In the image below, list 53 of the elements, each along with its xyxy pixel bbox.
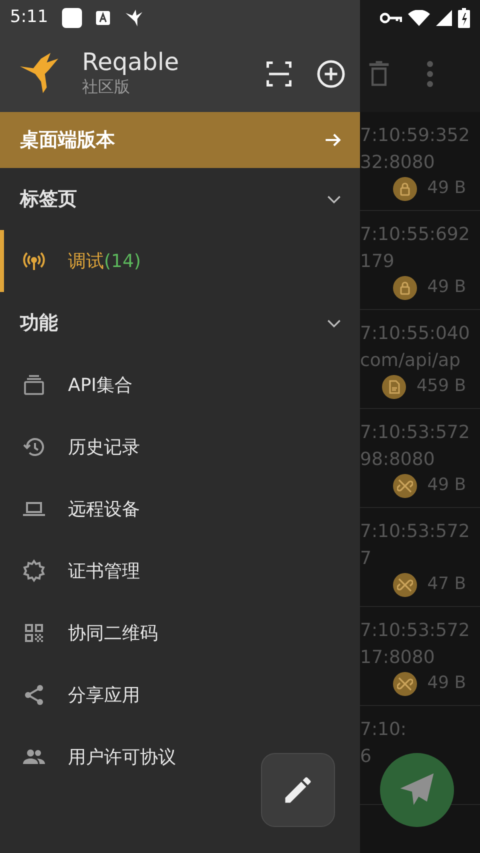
signal-icon (436, 10, 452, 26)
history-icon (22, 435, 46, 459)
wifi-icon (408, 10, 430, 26)
request-host: 179 (360, 250, 396, 274)
battery-icon (458, 8, 470, 28)
request-time: 7:10:53:572 (360, 520, 466, 544)
request-time: 7:10:53:572 (360, 421, 466, 445)
request-host: com/api/ap (360, 349, 462, 373)
status-time: 5:11 (10, 6, 48, 30)
request-host: 17:8080 (360, 646, 436, 670)
app-notification-icon (62, 8, 82, 28)
request-time: 7:10: (360, 718, 408, 742)
section-title: 功能 (20, 310, 58, 336)
request-size: 47 B (427, 573, 466, 596)
request-time: 7:10:59:352 (360, 124, 466, 148)
request-size: 49 B (427, 672, 466, 695)
menu-item[interactable]: 协同二维码 (0, 602, 360, 664)
menu-item[interactable]: 用户许可协议 (0, 726, 360, 788)
request-host: 6 (360, 745, 372, 769)
request-size: 49 B (427, 276, 466, 299)
request-size: 49 B (427, 474, 466, 497)
menu-item[interactable]: 远程设备 (0, 478, 360, 540)
app-name: Reqable (82, 48, 180, 76)
qr-code-icon (22, 621, 46, 645)
request-host: 7 (360, 547, 372, 571)
menu-item[interactable]: 调试(14) (0, 230, 360, 292)
section-header[interactable]: 功能 (0, 292, 360, 354)
broken-link-icon (397, 676, 414, 692)
menu-item[interactable]: 证书管理 (0, 540, 360, 602)
stack-icon (22, 373, 46, 397)
edit-button[interactable] (261, 753, 335, 827)
request-time: 7:10:55:692 (360, 223, 466, 247)
bird-notification-icon (124, 8, 144, 28)
request-host: 32:8080 (360, 151, 436, 175)
add-icon[interactable] (316, 59, 346, 89)
key-icon (380, 11, 402, 25)
section-header[interactable]: 标签页 (0, 168, 360, 230)
share-icon (22, 683, 46, 707)
broken-link-icon (397, 576, 414, 593)
menu-item[interactable]: 分享应用 (0, 664, 360, 726)
section-title: 标签页 (20, 186, 77, 212)
gear-icon (22, 559, 46, 583)
keyboard-notification-icon (96, 11, 110, 25)
request-size: 49 B (427, 177, 466, 200)
request-host: 98:8080 (360, 448, 436, 472)
request-time: 7:10:53:572 (360, 619, 466, 643)
menu-item[interactable]: 历史记录 (0, 416, 360, 478)
scan-icon[interactable] (264, 59, 294, 89)
menu-item[interactable]: API集合 (0, 354, 360, 416)
edition-label: 社区版 (82, 76, 131, 98)
broken-link-icon (397, 478, 414, 494)
request-size: 459 B (416, 375, 466, 398)
desktop-version-banner[interactable]: 桌面端版本 (0, 112, 360, 168)
